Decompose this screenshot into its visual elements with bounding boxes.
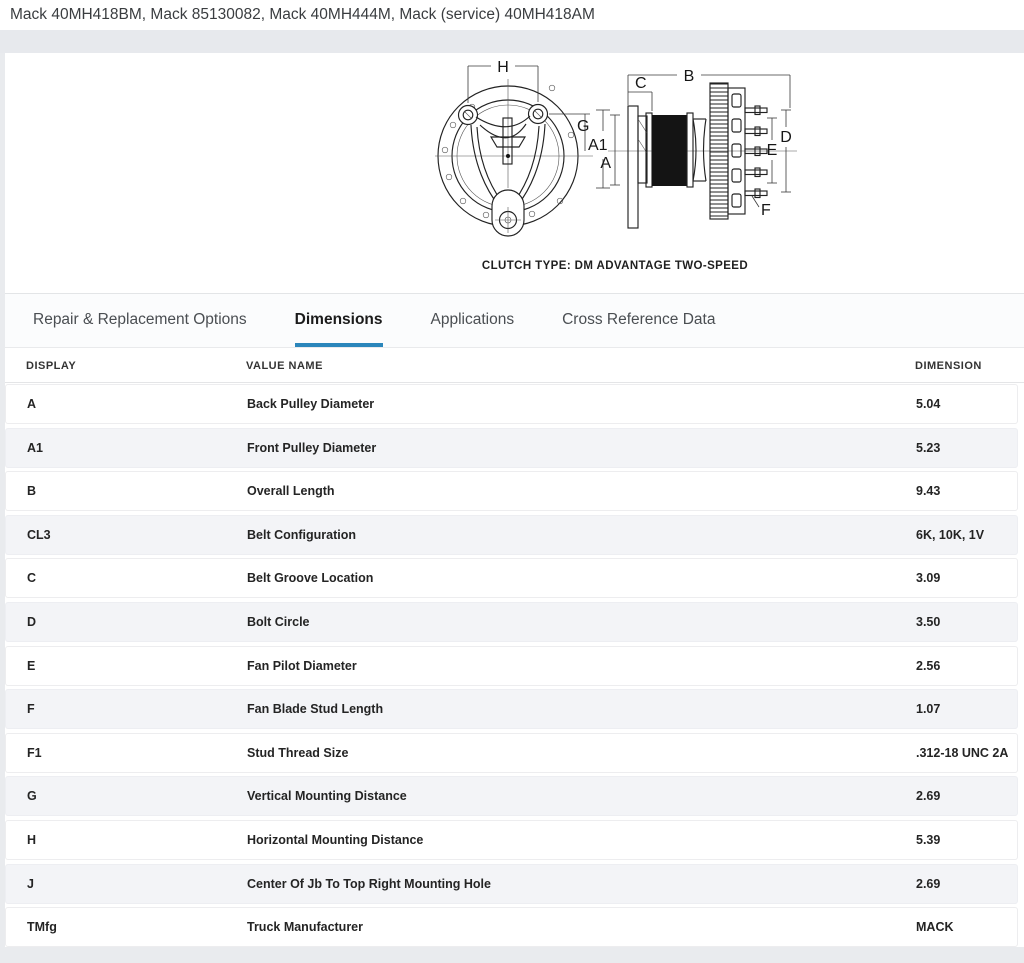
dim-label-g: G — [577, 118, 589, 135]
row-value-name: Back Pulley Diameter — [247, 397, 916, 411]
row-display: H — [27, 833, 247, 847]
dim-label-d: D — [780, 129, 792, 146]
row-display: G — [27, 789, 247, 803]
fan-mount-windows — [732, 94, 741, 207]
table-row: A Back Pulley Diameter 5.04 — [5, 384, 1018, 424]
row-value-name: Front Pulley Diameter — [247, 441, 916, 455]
row-display: CL3 — [27, 528, 247, 542]
row-value-name: Belt Groove Location — [247, 571, 916, 585]
tab-bar: Repair & Replacement Options Dimensions … — [5, 293, 1024, 348]
table-row: C Belt Groove Location 3.09 — [5, 558, 1018, 598]
row-value-name: Horizontal Mounting Distance — [247, 833, 916, 847]
row-display: F — [27, 702, 247, 716]
row-display: TMfg — [27, 920, 247, 934]
table-row: J Center Of Jb To Top Right Mounting Hol… — [5, 864, 1018, 904]
dim-label-a1: A1 — [588, 137, 608, 154]
row-dimension: 5.39 — [916, 833, 1017, 847]
row-value-name: Overall Length — [247, 484, 916, 498]
clutch-technical-diagram: H G A1 A B C — [425, 55, 805, 247]
row-dimension: 5.23 — [916, 441, 1017, 455]
dim-label-h: H — [497, 59, 509, 76]
row-value-name: Truck Manufacturer — [247, 920, 916, 934]
table-row: F1 Stud Thread Size .312-18 UNC 2A — [5, 733, 1018, 773]
row-display: A — [27, 397, 247, 411]
row-display: J — [27, 877, 247, 891]
row-display: F1 — [27, 746, 247, 760]
row-dimension: .312-18 UNC 2A — [916, 746, 1017, 760]
row-dimension: 6K, 10K, 1V — [916, 528, 1017, 542]
tab-cross-reference-data[interactable]: Cross Reference Data — [562, 294, 715, 347]
dim-label-c: C — [635, 75, 647, 92]
row-value-name: Center Of Jb To Top Right Mounting Hole — [247, 877, 916, 891]
row-dimension: 1.07 — [916, 702, 1017, 716]
table-row: H Horizontal Mounting Distance 5.39 — [5, 820, 1018, 860]
table-row: TMfg Truck Manufacturer MACK — [5, 907, 1018, 947]
row-value-name: Fan Blade Stud Length — [247, 702, 916, 716]
table-row: D Bolt Circle 3.50 — [5, 602, 1018, 642]
dim-label-b: B — [684, 68, 695, 85]
row-value-name: Belt Configuration — [247, 528, 916, 542]
table-row: CL3 Belt Configuration 6K, 10K, 1V — [5, 515, 1018, 555]
header-dimension: DIMENSION — [915, 360, 1024, 372]
row-value-name: Bolt Circle — [247, 615, 916, 629]
header-divider-band — [0, 30, 1024, 53]
header-display: DISPLAY — [26, 360, 246, 372]
dim-label-f: F — [761, 202, 771, 219]
row-dimension: 2.69 — [916, 877, 1017, 891]
table-row: F Fan Blade Stud Length 1.07 — [5, 689, 1018, 729]
row-display: B — [27, 484, 247, 498]
title-bar: Mack 40MH418BM, Mack 85130082, Mack 40MH… — [0, 0, 1024, 30]
table-row: G Vertical Mounting Distance 2.69 — [5, 776, 1018, 816]
fan-studs — [745, 106, 767, 198]
row-display: E — [27, 659, 247, 673]
row-display: A1 — [27, 441, 247, 455]
clutch-type-caption: CLUTCH TYPE: DM ADVANTAGE TWO-SPEED — [425, 260, 805, 272]
row-display: C — [27, 571, 247, 585]
dim-label-e: E — [767, 142, 778, 159]
table-row: B Overall Length 9.43 — [5, 471, 1018, 511]
dim-label-a: A — [600, 155, 611, 172]
row-dimension: 9.43 — [916, 484, 1017, 498]
row-value-name: Stud Thread Size — [247, 746, 916, 760]
row-display: D — [27, 615, 247, 629]
tab-repair-replacement-options[interactable]: Repair & Replacement Options — [33, 294, 247, 347]
dimensions-table-header: DISPLAY VALUE NAME DIMENSION — [5, 350, 1024, 383]
product-detail-card: H G A1 A B C — [5, 53, 1024, 947]
tab-dimensions[interactable]: Dimensions — [295, 294, 383, 347]
table-row: E Fan Pilot Diameter 2.56 — [5, 646, 1018, 686]
row-dimension: MACK — [916, 920, 1017, 934]
row-value-name: Vertical Mounting Distance — [247, 789, 916, 803]
row-dimension: 3.09 — [916, 571, 1017, 585]
row-dimension: 5.04 — [916, 397, 1017, 411]
table-row: A1 Front Pulley Diameter 5.23 — [5, 428, 1018, 468]
row-dimension: 2.56 — [916, 659, 1017, 673]
dimensions-table-body: A Back Pulley Diameter 5.04 A1 Front Pul… — [5, 384, 1024, 951]
row-dimension: 2.69 — [916, 789, 1017, 803]
header-value-name: VALUE NAME — [246, 360, 915, 372]
row-dimension: 3.50 — [916, 615, 1017, 629]
page-title: Mack 40MH418BM, Mack 85130082, Mack 40MH… — [10, 6, 595, 24]
row-value-name: Fan Pilot Diameter — [247, 659, 916, 673]
tab-applications[interactable]: Applications — [431, 294, 515, 347]
